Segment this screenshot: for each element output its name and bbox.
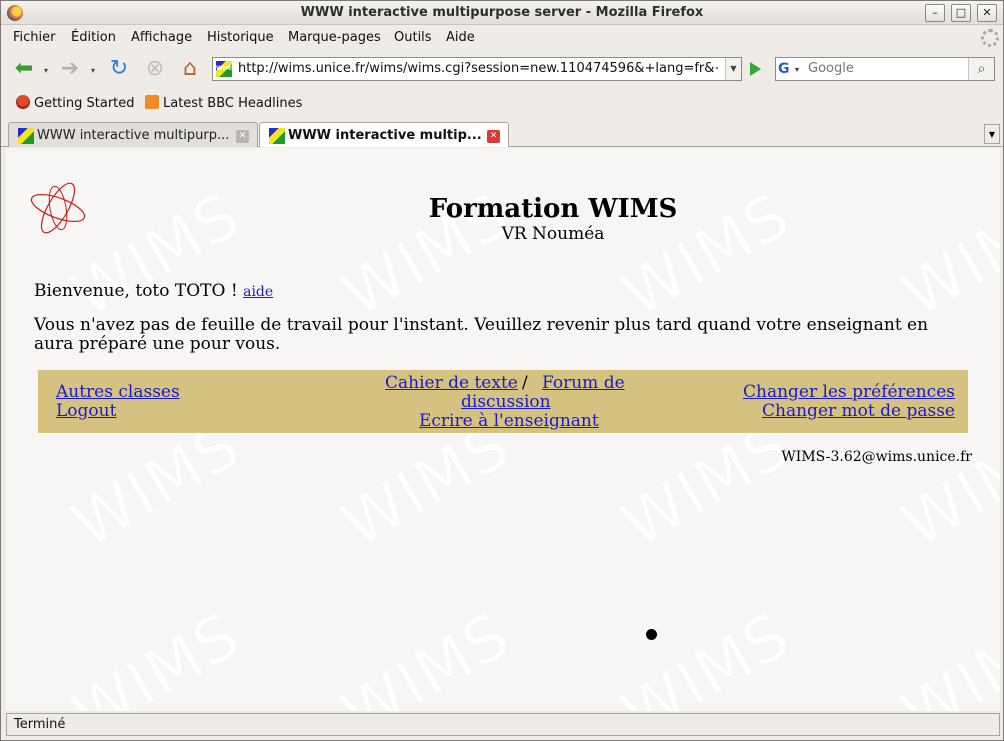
menu-aide[interactable]: Aide (446, 30, 475, 45)
menu-edition[interactable]: Édition (71, 30, 116, 45)
change-preferences-link[interactable]: Changer les préférences (743, 382, 955, 402)
search-icon[interactable]: ⌕ (968, 58, 994, 80)
forum-link-line2[interactable]: discussion (461, 392, 551, 412)
throbber-icon (981, 29, 999, 47)
wims-favicon-icon (269, 128, 285, 144)
wims-favicon-icon (18, 128, 34, 144)
bookmark-bbc-headlines[interactable]: Latest BBC Headlines (145, 95, 302, 111)
close-tab-icon[interactable]: ✕ (236, 130, 249, 143)
menu-affichage[interactable]: Affichage (131, 30, 192, 45)
tab-label: WWW interactive multipurp... (37, 128, 230, 143)
go-button[interactable] (745, 59, 765, 79)
window-title: WWW interactive multipurpose server - Mo… (300, 5, 704, 20)
forward-arrow-icon[interactable]: ➔ (57, 56, 83, 82)
tab-label: WWW interactive multip... (288, 128, 482, 143)
mouse-cursor-icon (646, 629, 657, 640)
no-worksheet-message: Vous n'avez pas de feuille de travail po… (34, 315, 929, 354)
bookmark-label: Latest BBC Headlines (163, 96, 303, 111)
rss-feed-icon (145, 95, 159, 109)
bookmark-getting-started[interactable]: Getting Started (16, 95, 135, 111)
welcome-line: Bienvenue, toto TOTO ! aide (34, 281, 273, 301)
title-bar: WWW interactive multipurpose server - Mo… (1, 1, 1003, 25)
status-bar: Terminé (6, 713, 1000, 736)
tab-2[interactable]: WWW interactive multip... ✕ (259, 122, 509, 147)
search-bar: G ⌕ (775, 57, 995, 81)
menu-separator: / (522, 373, 528, 393)
page-subtitle: VR Nouméa (501, 224, 605, 244)
notebook-link[interactable]: Cahier de texte (385, 373, 518, 393)
maximize-button[interactable]: □ (951, 4, 971, 22)
tab-list-dropdown-icon[interactable]: ▼ (984, 124, 1000, 144)
minimize-button[interactable]: – (925, 4, 945, 22)
wims-watermark: WIMS (609, 597, 803, 711)
home-icon[interactable]: ⌂ (177, 56, 203, 82)
close-tab-icon[interactable]: ✕ (487, 130, 500, 143)
stop-icon[interactable]: ⊗ (142, 56, 168, 82)
back-arrow-icon[interactable]: ⬅ (11, 56, 37, 82)
forum-link-line1[interactable]: Forum de (542, 373, 625, 393)
forward-history-dropdown-icon[interactable]: ▾ (91, 66, 99, 75)
wims-watermark: WIMS (889, 597, 1000, 711)
bookmark-label: Getting Started (34, 96, 135, 111)
wims-watermark: WIMS (329, 597, 523, 711)
page-title: Formation WIMS (428, 194, 678, 224)
page-content: WIMS WIMS WIMS WIMS WIMS WIMS WIMS WIMS … (6, 148, 1000, 711)
menu-fichier[interactable]: Fichier (13, 30, 56, 45)
firefox-bookmark-icon (16, 95, 30, 109)
menu-bar: Fichier Édition Affichage Historique Mar… (1, 26, 1003, 50)
url-history-dropdown-icon[interactable]: ▼ (725, 58, 741, 80)
url-input[interactable]: http://wims.unice.fr/wims/wims.cgi?sessi… (238, 61, 718, 76)
close-window-button[interactable]: ✕ (977, 4, 997, 22)
change-password-link[interactable]: Changer mot de passe (762, 401, 955, 421)
other-classes-link[interactable]: Autres classes (56, 382, 180, 402)
logout-link[interactable]: Logout (56, 401, 116, 421)
navigation-toolbar: ⬅ ▾ ➔ ▾ ↻ ⊗ ⌂ WIMS http://wims.unice.fr/… (1, 51, 1003, 87)
tab-strip: WWW interactive multipurp... ✕ WWW inter… (1, 119, 1003, 147)
status-text: Terminé (14, 717, 66, 732)
search-engine-selector[interactable]: G (778, 60, 806, 79)
tab-1[interactable]: WWW interactive multipurp... ✕ (8, 122, 258, 147)
back-history-dropdown-icon[interactable]: ▾ (44, 66, 52, 75)
wims-watermark: WIMS (59, 597, 253, 711)
url-bar[interactable]: WIMS http://wims.unice.fr/wims/wims.cgi?… (212, 57, 742, 81)
version-text: WIMS-3.62@wims.unice.fr (781, 449, 972, 465)
class-menu-box: Autres classes Logout Cahier de texte / … (38, 370, 968, 433)
wims-favicon-icon: WIMS (216, 61, 235, 77)
browser-window: WWW interactive multipurpose server - Mo… (0, 0, 1004, 741)
bookmarks-toolbar: Getting Started Latest BBC Headlines (1, 89, 1003, 117)
help-link[interactable]: aide (243, 284, 273, 300)
reload-icon[interactable]: ↻ (106, 56, 132, 82)
menu-historique[interactable]: Historique (207, 30, 274, 45)
menu-marque-pages[interactable]: Marque-pages (288, 30, 381, 45)
menu-outils[interactable]: Outils (394, 30, 432, 45)
write-teacher-link[interactable]: Ecrire à l'enseignant (419, 411, 599, 431)
search-input[interactable] (808, 61, 958, 76)
welcome-text: Bienvenue, toto TOTO ! (34, 281, 238, 301)
